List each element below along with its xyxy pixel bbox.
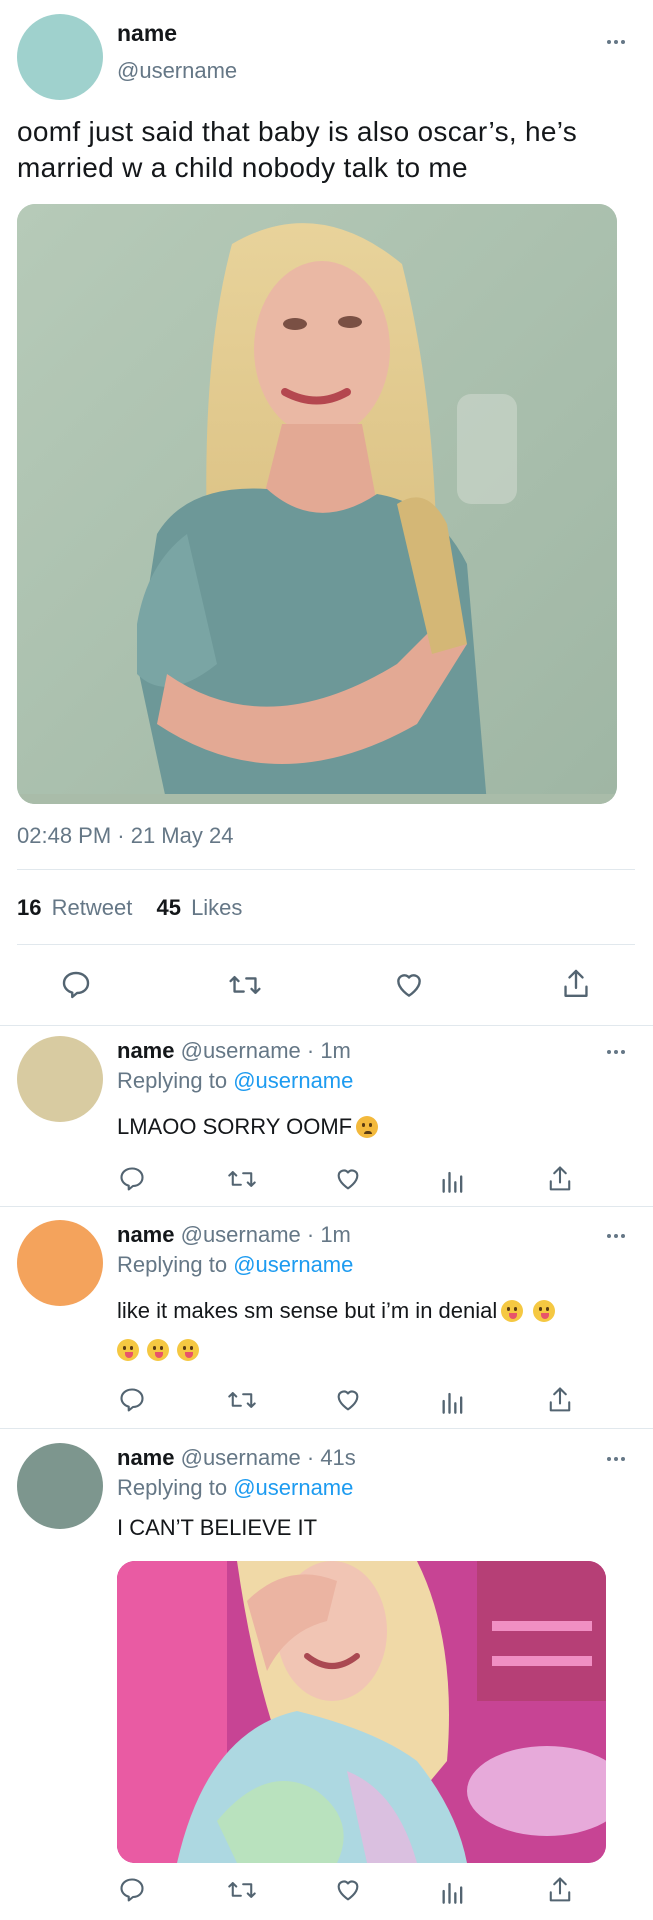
reply-icon[interactable] <box>118 1386 146 1414</box>
share-icon[interactable] <box>546 1385 574 1415</box>
replying-to-link[interactable]: @username <box>233 1252 353 1277</box>
divider <box>17 869 635 870</box>
reply-author-username[interactable]: @username · 1m <box>181 1222 351 1247</box>
tongue-face-icon <box>117 1339 139 1361</box>
replying-to-link[interactable]: @username <box>233 1475 353 1500</box>
reply-text: I CAN’T BELIEVE IT <box>117 1515 318 1540</box>
tweet-media-image[interactable] <box>17 204 617 804</box>
likes-label[interactable]: Likes <box>191 895 242 920</box>
retweet-label[interactable]: Retweet <box>52 895 133 920</box>
tongue-face-icon <box>501 1300 524 1322</box>
reply-author-username[interactable]: @username · 41s <box>181 1445 356 1470</box>
reply-text-emoji-line <box>113 1337 199 1363</box>
replying-to-label: Replying to <box>117 1475 228 1500</box>
analytics-icon[interactable] <box>440 1387 466 1415</box>
photo-illustration <box>17 204 617 804</box>
reply-icon[interactable] <box>60 969 92 1001</box>
reply-author-name[interactable]: name <box>117 1038 174 1063</box>
replying-to-label: Replying to <box>117 1068 228 1093</box>
reply-text: LMAOO SORRY OOMF <box>117 1114 379 1140</box>
weary-face-icon <box>356 1116 379 1138</box>
avatar[interactable] <box>17 1443 103 1529</box>
more-icon[interactable] <box>607 1050 625 1054</box>
reply-author-name[interactable]: name <box>117 1445 174 1470</box>
reply-header: name @username · 41s <box>117 1445 356 1471</box>
share-icon[interactable] <box>546 1875 574 1905</box>
reply-header: name @username · 1m <box>117 1038 351 1064</box>
more-icon[interactable] <box>607 1234 625 1238</box>
divider <box>17 944 635 945</box>
reply-text-content: LMAOO SORRY OOMF <box>117 1114 353 1139</box>
reply-icon[interactable] <box>118 1165 146 1193</box>
author-name[interactable]: name <box>117 20 177 47</box>
avatar[interactable] <box>17 1220 103 1306</box>
analytics-icon[interactable] <box>440 1166 466 1194</box>
reply-author-username[interactable]: @username · 1m <box>181 1038 351 1063</box>
share-icon[interactable] <box>546 1164 574 1194</box>
analytics-icon[interactable] <box>440 1877 466 1905</box>
replying-to-link[interactable]: @username <box>233 1068 353 1093</box>
avatar[interactable] <box>17 1036 103 1122</box>
tweet-text-line-2: married w a child nobody talk to me <box>17 152 468 183</box>
reply-text: like it makes sm sense but i’m in denial <box>117 1298 556 1324</box>
reply-header: name @username · 1m <box>117 1222 351 1248</box>
more-icon[interactable] <box>607 40 625 44</box>
retweet-count[interactable]: 16 <box>17 895 41 920</box>
tongue-face-icon <box>533 1300 556 1322</box>
replying-to-label: Replying to <box>117 1252 228 1277</box>
retweet-icon[interactable] <box>227 1165 257 1193</box>
like-icon[interactable] <box>392 969 426 1001</box>
replying-to: Replying to @username <box>117 1252 353 1278</box>
likes-count[interactable]: 45 <box>156 895 180 920</box>
photo-illustration <box>117 1561 606 1863</box>
retweet-icon[interactable] <box>227 1386 257 1414</box>
tweet-stats: 16 Retweet 45 Likes <box>17 895 242 921</box>
divider <box>0 1206 653 1207</box>
retweet-icon[interactable] <box>227 1876 257 1904</box>
divider <box>0 1428 653 1429</box>
share-icon[interactable] <box>560 967 592 1001</box>
avatar[interactable] <box>17 14 103 100</box>
reply-icon[interactable] <box>118 1876 146 1904</box>
like-icon[interactable] <box>333 1876 363 1904</box>
reply-author-name[interactable]: name <box>117 1222 174 1247</box>
replying-to: Replying to @username <box>117 1475 353 1501</box>
like-icon[interactable] <box>333 1386 363 1414</box>
like-icon[interactable] <box>333 1165 363 1193</box>
author-username[interactable]: @username <box>117 58 237 84</box>
reply-text-content: like it makes sm sense but i’m in denial <box>117 1298 498 1323</box>
tongue-face-icon <box>147 1339 169 1361</box>
divider <box>0 1025 653 1026</box>
more-icon[interactable] <box>607 1457 625 1461</box>
tweet-text-line-1: oomf just said that baby is also oscar’s… <box>17 116 578 147</box>
replying-to: Replying to @username <box>117 1068 353 1094</box>
reply-media-image[interactable] <box>117 1561 606 1863</box>
retweet-icon[interactable] <box>228 969 262 1001</box>
tweet-timestamp[interactable]: 02:48 PM · 21 May 24 <box>17 823 233 849</box>
tongue-face-icon <box>177 1339 199 1361</box>
